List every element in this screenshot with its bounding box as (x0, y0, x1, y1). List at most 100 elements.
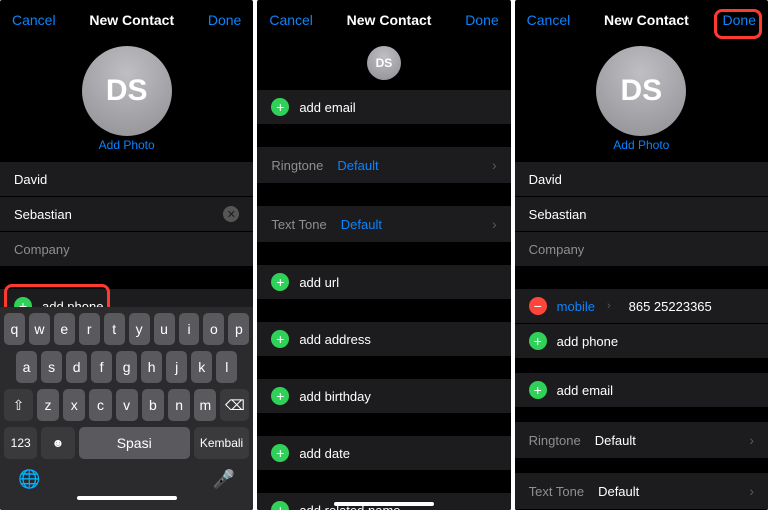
done-button[interactable]: Done (465, 12, 498, 28)
key-q[interactable]: q (4, 313, 25, 345)
last-name-field[interactable]: Sebastian ✕ (0, 197, 253, 232)
key-l[interactable]: l (216, 351, 237, 383)
key-b[interactable]: b (142, 389, 164, 421)
key-shift[interactable]: ⇧ (4, 389, 33, 421)
key-p[interactable]: p (228, 313, 249, 345)
key-v[interactable]: v (116, 389, 138, 421)
plus-icon: + (271, 444, 289, 462)
navbar: Cancel New Contact Done (515, 0, 768, 40)
first-name-field[interactable]: David (0, 162, 253, 197)
key-d[interactable]: d (66, 351, 87, 383)
key-r[interactable]: r (79, 313, 100, 345)
last-name-value: Sebastian (14, 207, 72, 222)
texttone-value: Default (341, 217, 382, 232)
key-e[interactable]: e (54, 313, 75, 345)
plus-icon: + (271, 330, 289, 348)
add-phone-label: add phone (557, 334, 618, 349)
key-n[interactable]: n (168, 389, 190, 421)
key-w[interactable]: w (29, 313, 50, 345)
avatar[interactable]: DS (596, 46, 686, 136)
chevron-right-icon: › (492, 216, 497, 232)
texttone-row[interactable]: Text Tone Default › (257, 206, 510, 243)
key-m[interactable]: m (194, 389, 216, 421)
add-date-row[interactable]: + add date (257, 436, 510, 471)
key-emoji[interactable]: ☻ (41, 427, 74, 459)
key-c[interactable]: c (89, 389, 111, 421)
last-name-field[interactable]: Sebastian (515, 197, 768, 232)
key-space[interactable]: Spasi (79, 427, 190, 459)
key-s[interactable]: s (41, 351, 62, 383)
plus-icon: + (271, 98, 289, 116)
add-birthday-row[interactable]: + add birthday (257, 379, 510, 414)
texttone-label: Text Tone (529, 484, 584, 499)
navbar: Cancel New Contact Done (257, 0, 510, 40)
add-email-row[interactable]: + add email (515, 373, 768, 408)
navbar: Cancel New Contact Done (0, 0, 253, 40)
cancel-button[interactable]: Cancel (269, 12, 313, 28)
done-button[interactable]: Done (723, 12, 756, 28)
plus-icon: + (271, 387, 289, 405)
home-indicator (334, 502, 434, 506)
key-f[interactable]: f (91, 351, 112, 383)
key-k[interactable]: k (191, 351, 212, 383)
phone-type-label[interactable]: mobile (557, 299, 595, 314)
clear-text-icon[interactable]: ✕ (223, 206, 239, 222)
ringtone-row[interactable]: Ringtone Default › (515, 422, 768, 459)
page-title: New Contact (89, 12, 174, 28)
done-button[interactable]: Done (208, 12, 241, 28)
avatar[interactable]: DS (82, 46, 172, 136)
company-field[interactable]: Company (515, 232, 768, 267)
add-email-label: add email (557, 383, 613, 398)
home-indicator (77, 496, 177, 500)
avatar[interactable]: DS (367, 46, 401, 80)
key-t[interactable]: t (104, 313, 125, 345)
screenshot-1: Cancel New Contact Done DS Add Photo Dav… (0, 0, 253, 510)
key-g[interactable]: g (116, 351, 137, 383)
first-name-field[interactable]: David (515, 162, 768, 197)
key-i[interactable]: i (179, 313, 200, 345)
mic-icon[interactable]: 🎤 (213, 469, 235, 490)
cancel-button[interactable]: Cancel (527, 12, 571, 28)
add-photo-button[interactable]: Add Photo (0, 138, 253, 152)
keyboard[interactable]: q w e r t y u i o p a s d f g h j k l (0, 307, 253, 510)
chevron-right-icon: › (492, 157, 497, 173)
key-backspace[interactable]: ⌫ (220, 389, 249, 421)
add-address-row[interactable]: + add address (257, 322, 510, 357)
add-url-row[interactable]: + add url (257, 265, 510, 300)
ringtone-label: Ringtone (271, 158, 323, 173)
plus-icon: + (529, 381, 547, 399)
add-email-label: add email (299, 100, 355, 115)
key-u[interactable]: u (154, 313, 175, 345)
key-a[interactable]: a (16, 351, 37, 383)
phone-entry-row[interactable]: − mobile › 865 25223365 (515, 289, 768, 324)
ringtone-label: Ringtone (529, 433, 581, 448)
ringtone-row[interactable]: Ringtone Default › (257, 147, 510, 184)
add-email-row[interactable]: + add email (257, 90, 510, 125)
plus-icon: + (529, 332, 547, 350)
add-url-label: add url (299, 275, 339, 290)
ringtone-value: Default (595, 433, 636, 448)
company-field[interactable]: Company (0, 232, 253, 267)
globe-icon[interactable]: 🌐 (18, 469, 40, 490)
key-h[interactable]: h (141, 351, 162, 383)
key-y[interactable]: y (129, 313, 150, 345)
add-birthday-label: add birthday (299, 389, 371, 404)
key-return[interactable]: Kembali (194, 427, 250, 459)
minus-icon[interactable]: − (529, 297, 547, 315)
chevron-right-icon: › (749, 483, 754, 499)
cancel-button[interactable]: Cancel (12, 12, 56, 28)
add-photo-button[interactable]: Add Photo (515, 138, 768, 152)
texttone-row[interactable]: Text Tone Default › (515, 473, 768, 510)
plus-icon: + (271, 273, 289, 291)
screenshot-2: Cancel New Contact Done DS + add email R… (257, 0, 510, 510)
add-phone-row[interactable]: + add phone (515, 324, 768, 359)
phone-number-value[interactable]: 865 25223365 (629, 299, 712, 314)
page-title: New Contact (604, 12, 689, 28)
add-date-label: add date (299, 446, 350, 461)
key-j[interactable]: j (166, 351, 187, 383)
key-x[interactable]: x (63, 389, 85, 421)
key-123[interactable]: 123 (4, 427, 37, 459)
key-o[interactable]: o (203, 313, 224, 345)
key-z[interactable]: z (37, 389, 59, 421)
chevron-right-icon: › (607, 300, 611, 312)
